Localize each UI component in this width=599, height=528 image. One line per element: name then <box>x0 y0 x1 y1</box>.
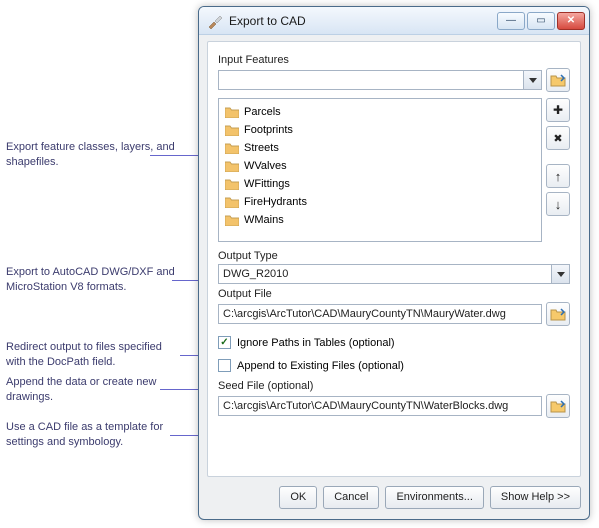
browse-input-button[interactable] <box>546 68 570 92</box>
label-output-file: Output File <box>218 288 570 300</box>
tool-icon <box>207 13 223 29</box>
list-item[interactable]: Streets <box>223 139 537 157</box>
list-item-label: Footprints <box>244 124 293 136</box>
move-up-button[interactable] <box>546 164 570 188</box>
featureclass-icon <box>225 106 239 118</box>
ignore-paths-row: Ignore Paths in Tables (optional) <box>218 336 570 349</box>
move-down-button[interactable] <box>546 192 570 216</box>
list-item[interactable]: WFittings <box>223 175 537 193</box>
featureclass-icon <box>225 142 239 154</box>
list-item[interactable]: WMains <box>223 211 537 229</box>
annotation-output-type: Export to AutoCAD DWG/DXF and MicroStati… <box>6 265 181 295</box>
output-file-field[interactable]: C:\arcgis\ArcTutor\CAD\MauryCountyTN\Mau… <box>218 304 542 324</box>
list-item-label: WFittings <box>244 178 290 190</box>
cancel-button[interactable]: Cancel <box>323 486 379 509</box>
annotation-seed: Use a CAD file as a template for setting… <box>6 420 181 450</box>
minimize-button[interactable]: — <box>497 12 525 30</box>
chevron-down-icon[interactable] <box>523 71 541 89</box>
featureclass-icon <box>225 178 239 190</box>
remove-button[interactable] <box>546 126 570 150</box>
list-item[interactable]: WValves <box>223 157 537 175</box>
input-features-combo[interactable] <box>218 70 542 90</box>
browse-output-button[interactable] <box>546 302 570 326</box>
list-item[interactable]: Footprints <box>223 121 537 139</box>
ok-button[interactable]: OK <box>279 486 317 509</box>
featureclass-icon <box>225 160 239 172</box>
append-checkbox[interactable] <box>218 359 231 372</box>
ignore-paths-label: Ignore Paths in Tables (optional) <box>237 337 395 349</box>
label-input-features: Input Features <box>218 54 570 66</box>
list-item[interactable]: Parcels <box>223 103 537 121</box>
dialog-footer: OK Cancel Environments... Show Help >> <box>207 483 581 511</box>
combo-value: DWG_R2010 <box>223 268 288 280</box>
titlebar: Export to CAD — ▭ ✕ <box>199 7 589 35</box>
list-item[interactable]: FireHydrants <box>223 193 537 211</box>
annotation-append: Append the data or create new drawings. <box>6 375 181 405</box>
browse-seed-button[interactable] <box>546 394 570 418</box>
ignore-paths-checkbox[interactable] <box>218 336 231 349</box>
show-help-button[interactable]: Show Help >> <box>490 486 581 509</box>
featureclass-icon <box>225 214 239 226</box>
append-label: Append to Existing Files (optional) <box>237 360 404 372</box>
list-item-label: WValves <box>244 160 287 172</box>
add-button[interactable] <box>546 98 570 122</box>
label-seed-file: Seed File (optional) <box>218 380 570 392</box>
label-output-type: Output Type <box>218 250 570 262</box>
annotation-docpath: Redirect output to files specified with … <box>6 340 181 370</box>
environments-button[interactable]: Environments... <box>385 486 483 509</box>
list-item-label: Parcels <box>244 106 281 118</box>
append-row: Append to Existing Files (optional) <box>218 359 570 372</box>
output-type-combo[interactable]: DWG_R2010 <box>218 264 570 284</box>
featureclass-icon <box>225 124 239 136</box>
chevron-down-icon[interactable] <box>551 265 569 283</box>
featureclass-icon <box>225 196 239 208</box>
seed-file-field[interactable]: C:\arcgis\ArcTutor\CAD\MauryCountyTN\Wat… <box>218 396 542 416</box>
input-features-list[interactable]: Parcels Footprints Streets WValves WFittings… <box>218 98 542 242</box>
list-item-label: WMains <box>244 214 284 226</box>
window-title: Export to CAD <box>229 14 497 28</box>
export-to-cad-dialog: Export to CAD — ▭ ✕ Input Features Parce… <box>198 6 590 520</box>
close-button[interactable]: ✕ <box>557 12 585 30</box>
list-item-label: FireHydrants <box>244 196 307 208</box>
maximize-button[interactable]: ▭ <box>527 12 555 30</box>
list-item-label: Streets <box>244 142 279 154</box>
dialog-body: Input Features Parcels Footprints Streets W… <box>207 41 581 477</box>
